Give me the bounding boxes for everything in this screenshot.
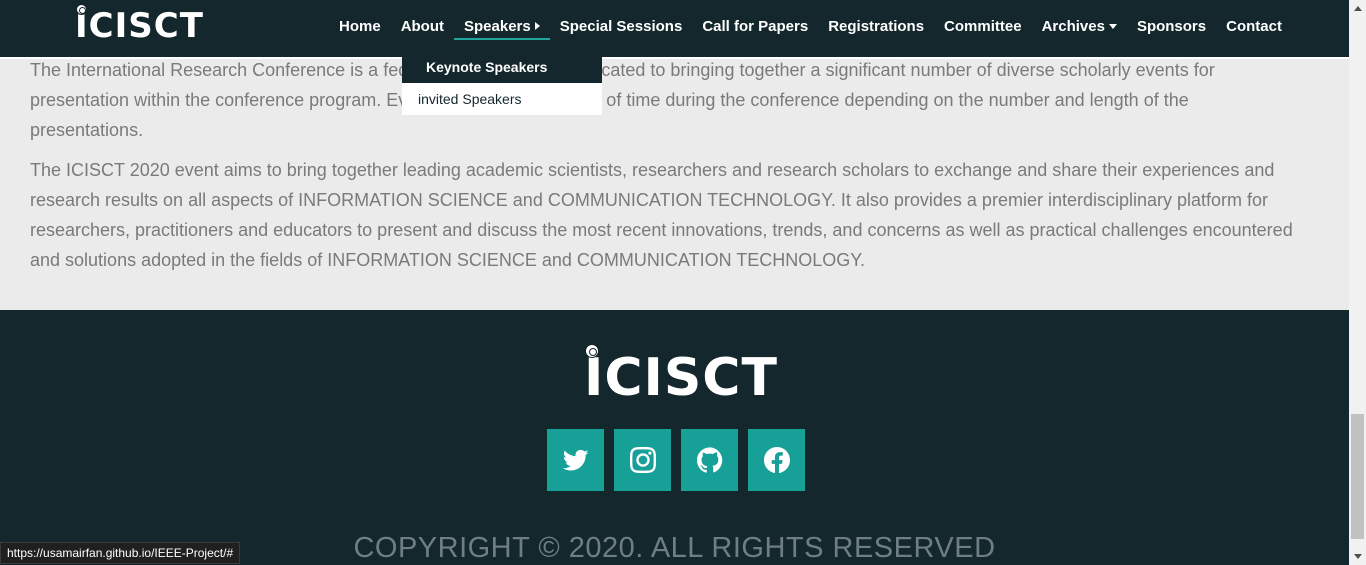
nav-special-sessions-label: Special Sessions	[559, 18, 683, 35]
about-content: The International Research Conference is…	[30, 55, 1300, 285]
nav-contact-label: Contact	[1226, 18, 1282, 35]
github-button[interactable]	[681, 429, 738, 491]
nav-speakers-label: Speakers	[464, 18, 531, 35]
twitter-icon	[562, 449, 589, 471]
site-logo[interactable]: ICISCT	[75, 4, 204, 46]
footer-logo-text: ICISCT	[584, 348, 778, 408]
nav-home-label: Home	[339, 18, 381, 35]
about-paragraph-1: The International Research Conference is…	[30, 60, 1215, 140]
nav-sponsors[interactable]: Sponsors	[1127, 16, 1216, 40]
dropdown-keynote-speakers[interactable]: Keynote Speakers	[402, 51, 602, 83]
scroll-up-button[interactable]	[1349, 0, 1366, 17]
scroll-thumb[interactable]	[1351, 414, 1364, 539]
caret-down-icon	[1108, 24, 1117, 29]
speakers-dropdown: Keynote Speakers invited Speakers	[402, 51, 602, 115]
footer-logo[interactable]: ICISCT	[584, 344, 778, 410]
nav-archives-label: Archives	[1041, 18, 1105, 35]
nav-call-for-papers-label: Call for Papers	[702, 18, 809, 35]
facebook-button[interactable]	[748, 429, 805, 491]
about-paragraph-2: The ICISCT 2020 event aims to bring toge…	[30, 160, 1293, 270]
arrow-down-icon	[1353, 554, 1362, 559]
facebook-icon	[763, 447, 790, 473]
nav-committee[interactable]: Committee	[934, 16, 1032, 40]
instagram-button[interactable]	[614, 429, 671, 491]
nav-special-sessions[interactable]: Special Sessions	[550, 16, 693, 40]
site-logo-text: ICISCT	[75, 6, 204, 46]
footer: ICISCT COPYRIGHT © 2020. ALL RIGHTS RESE…	[0, 310, 1349, 565]
globe-icon	[76, 4, 87, 15]
nav-about[interactable]: About	[391, 16, 454, 40]
nav-contact[interactable]: Contact	[1216, 16, 1292, 40]
social-links	[547, 429, 805, 491]
nav-sponsors-label: Sponsors	[1136, 18, 1207, 35]
vertical-scrollbar[interactable]	[1349, 0, 1366, 565]
caret-right-icon	[534, 22, 540, 30]
main-nav: Home About Speakers Special Sessions Cal…	[329, 16, 1292, 40]
nav-committee-label: Committee	[944, 18, 1022, 35]
twitter-button[interactable]	[547, 429, 604, 491]
arrow-up-icon	[1353, 6, 1362, 11]
top-navbar: ICISCT Home About Speakers Special Sessi…	[0, 0, 1349, 59]
nav-call-for-papers[interactable]: Call for Papers	[692, 16, 818, 40]
scroll-down-button[interactable]	[1349, 548, 1366, 565]
github-icon	[696, 447, 722, 473]
nav-registrations[interactable]: Registrations	[818, 16, 934, 40]
globe-icon	[585, 344, 599, 358]
nav-speakers[interactable]: Speakers	[454, 16, 550, 40]
nav-archives[interactable]: Archives	[1032, 16, 1127, 40]
dropdown-invited-speakers[interactable]: invited Speakers	[402, 83, 602, 115]
nav-home[interactable]: Home	[329, 16, 391, 40]
instagram-icon	[629, 447, 656, 473]
nav-registrations-label: Registrations	[828, 18, 925, 35]
status-bar-url: https://usamairfan.github.io/IEEE-Projec…	[0, 542, 241, 564]
nav-about-label: About	[400, 18, 445, 35]
